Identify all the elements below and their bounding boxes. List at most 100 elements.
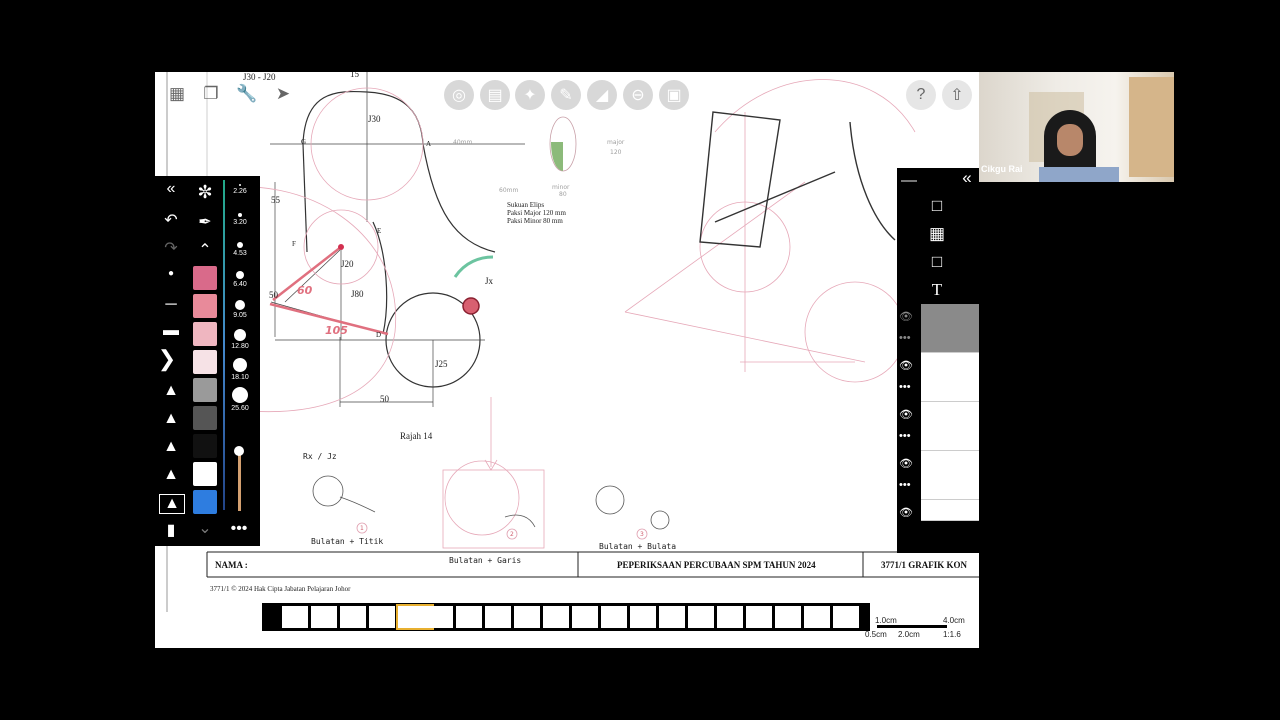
brush-size-option[interactable]: 9.05 <box>227 300 253 319</box>
pencil-tool-2-icon[interactable]: ▲ <box>159 410 183 428</box>
perspective-icon[interactable]: ▤ <box>480 80 510 110</box>
chevron-up-icon[interactable]: ⌃ <box>193 240 217 260</box>
timeline-frame[interactable] <box>746 606 772 628</box>
timeline-frame[interactable] <box>514 606 540 628</box>
timeline-frame[interactable] <box>485 606 511 628</box>
ruler-icon[interactable]: ✎ <box>551 80 581 110</box>
color-swatch[interactable] <box>193 266 217 290</box>
brush-size-option[interactable]: 6.40 <box>227 271 253 288</box>
timeline-frame[interactable] <box>456 606 482 628</box>
text-tool-icon[interactable]: T <box>925 280 949 300</box>
timeline-frame[interactable] <box>427 606 453 628</box>
timeline-frame[interactable] <box>369 606 395 628</box>
drawing-canvas[interactable]: J30 - J20 15 J30 G A 55 E F J20 50 J80 J… <box>155 72 979 648</box>
timeline-frame[interactable] <box>282 606 308 628</box>
chevron-down-icon[interactable]: ⌄ <box>193 518 217 538</box>
transform-icon[interactable]: □ <box>925 252 949 272</box>
guides-icon[interactable]: ◎ <box>444 80 474 110</box>
timeline-frame[interactable] <box>601 606 627 628</box>
pencil-tool-5-icon[interactable]: ▲ <box>159 494 185 514</box>
color-swatch[interactable] <box>193 350 217 374</box>
brush-size-option[interactable]: 2.26 <box>227 184 253 195</box>
grid-icon[interactable]: ▦ <box>164 81 190 107</box>
brush-size-label: 25.60 <box>231 405 249 412</box>
color-swatch[interactable] <box>193 322 217 346</box>
timeline-frame[interactable] <box>804 606 830 628</box>
layers-icon[interactable]: ❐ <box>198 81 224 107</box>
label-120: 120 <box>610 149 622 156</box>
scale-4cm: 4.0cm <box>943 616 965 625</box>
share-icon[interactable]: ⇧ <box>942 80 972 110</box>
eyedropper-icon[interactable]: ✒ <box>193 212 217 232</box>
eye-icon[interactable]: 👁 <box>899 506 913 519</box>
timeline-frame[interactable] <box>688 606 714 628</box>
timeline-frame[interactable] <box>775 606 801 628</box>
timeline-frame[interactable] <box>572 606 598 628</box>
eye-icon[interactable]: 👁 <box>899 310 913 323</box>
label-j80: J80 <box>351 289 364 299</box>
timeline-frame[interactable] <box>717 606 743 628</box>
layer-row[interactable]: 👁 ••• <box>897 402 979 451</box>
color-swatch[interactable] <box>193 462 217 486</box>
more-icon[interactable]: ••• <box>899 332 911 344</box>
more-options-icon[interactable]: ••• <box>227 520 251 538</box>
import-image-icon[interactable]: ▦ <box>925 224 949 244</box>
timeline-frame[interactable] <box>340 606 366 628</box>
new-layer-icon[interactable]: □ <box>925 196 949 216</box>
label-rx-jz: Rx / Jz <box>303 452 337 461</box>
brush-size-option[interactable]: 18.10 <box>227 358 253 381</box>
color-swatch[interactable] <box>193 490 217 514</box>
eye-icon[interactable]: 👁 <box>899 457 913 470</box>
timeline-frame[interactable] <box>543 606 569 628</box>
timeline-frame[interactable] <box>311 606 337 628</box>
brush-size-option[interactable]: 12.80 <box>227 329 253 350</box>
stamp-icon[interactable]: ▣ <box>659 80 689 110</box>
line-thin-icon[interactable]: ─ <box>159 296 183 314</box>
pencil-tool-1-icon[interactable]: ▲ <box>159 382 183 400</box>
timeline-frame[interactable] <box>833 606 859 628</box>
eye-icon[interactable]: 👁 <box>899 408 913 421</box>
pencil-tool-3-icon[interactable]: ▲ <box>159 438 183 456</box>
brush-size-option[interactable]: 25.60 <box>227 387 253 412</box>
undo-icon[interactable]: ↶ <box>159 210 183 230</box>
page-timeline[interactable] <box>262 603 870 631</box>
layer-row[interactable]: 👁 ••• <box>897 451 979 500</box>
more-icon[interactable]: ••• <box>899 381 911 393</box>
brush-size-option[interactable]: 3.20 <box>227 213 253 226</box>
color-wheel-icon[interactable]: ✼ <box>193 182 217 203</box>
eye-icon[interactable]: 👁 <box>899 359 913 372</box>
footer-paper-code: 3771/1 GRAFIK KON <box>881 560 968 570</box>
ellipse-icon[interactable]: ⊖ <box>623 80 653 110</box>
symmetry-icon[interactable]: ✦ <box>515 80 545 110</box>
color-swatch[interactable] <box>193 434 217 458</box>
help-button[interactable]: ? <box>906 80 936 110</box>
color-swatch[interactable] <box>193 378 217 402</box>
brush-size-option[interactable]: 4.53 <box>227 242 253 257</box>
color-swatch[interactable] <box>193 406 217 430</box>
color-swatch[interactable] <box>193 294 217 318</box>
timeline-frame[interactable] <box>659 606 685 628</box>
line-thick-icon[interactable]: ▬ <box>159 322 183 340</box>
timeline-frame[interactable] <box>630 606 656 628</box>
scale-05cm: 0.5cm <box>865 630 887 639</box>
protractor-icon[interactable]: ◢ <box>587 80 617 110</box>
label-f: F <box>292 240 296 248</box>
roller-icon[interactable]: ▮ <box>159 520 183 540</box>
expand-arrow-icon[interactable]: ❯ <box>155 346 179 372</box>
pencil-tool-4-icon[interactable]: ▲ <box>159 466 183 484</box>
collapse-icon[interactable]: « <box>159 180 183 198</box>
redo-icon[interactable]: ↷ <box>159 238 183 258</box>
wrench-icon[interactable]: 🔧 <box>234 81 260 107</box>
opacity-slider-knob[interactable] <box>234 446 244 456</box>
more-icon[interactable]: ••• <box>899 479 911 491</box>
pen-selection-icon[interactable]: ➤ <box>270 81 296 107</box>
more-icon[interactable]: ••• <box>899 430 911 442</box>
label-g: G <box>301 138 306 146</box>
brush-size-label: 12.80 <box>231 343 249 350</box>
layer-row[interactable]: 👁 ••• <box>897 304 979 353</box>
layer-row[interactable]: 👁 <box>897 500 979 548</box>
brush-dot-icon[interactable]: ● <box>159 268 183 279</box>
collapse-right-icon[interactable]: « <box>955 168 979 188</box>
layer-row[interactable]: 👁 ••• <box>897 353 979 402</box>
brush-size-label: 2.26 <box>233 188 247 195</box>
